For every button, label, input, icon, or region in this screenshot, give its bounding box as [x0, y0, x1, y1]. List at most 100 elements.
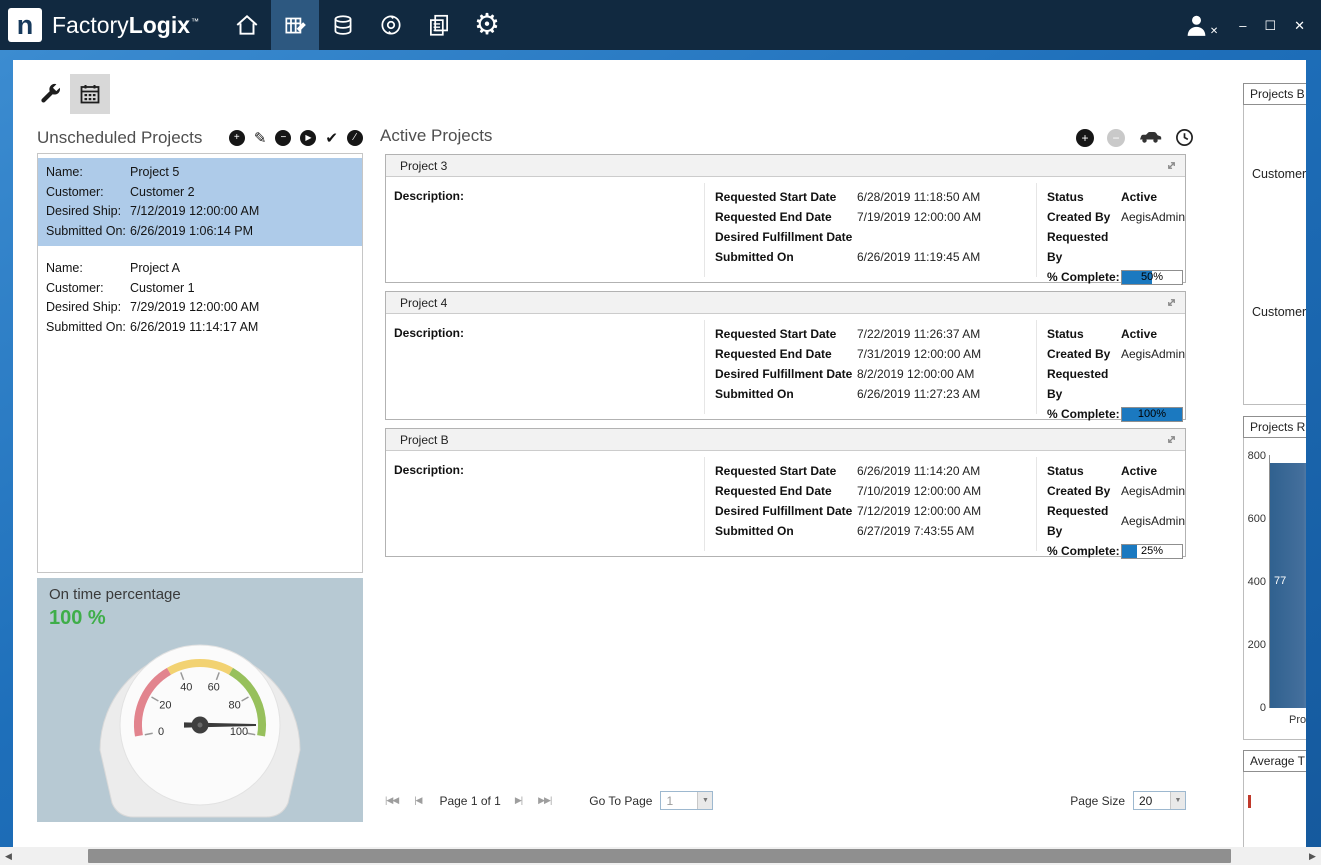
brand-part2: Logix	[129, 12, 190, 38]
project-card-project-4: Project 4 Description: Requested Start D…	[385, 291, 1186, 420]
card-header: Project 4	[386, 292, 1185, 314]
expand-card-button[interactable]	[1166, 434, 1177, 445]
requested-by-value: AegisAdmin	[1121, 511, 1185, 531]
add-active-project-button[interactable]: +	[1076, 129, 1094, 147]
projects-released-header[interactable]: Projects R	[1243, 416, 1306, 438]
list-item-project-a[interactable]: Name:Project A Customer:Customer 1 Desir…	[38, 254, 362, 342]
y-tick-400: 400	[1244, 576, 1266, 588]
edit-project-button[interactable]: ✎	[254, 131, 267, 146]
gauge-tick-40: 40	[180, 682, 192, 694]
prev-page-button[interactable]: |◀	[414, 796, 421, 805]
req-end-label: Requested End Date	[715, 481, 857, 501]
minimize-button[interactable]: –	[1239, 19, 1246, 32]
nav-materials-button[interactable]	[319, 0, 367, 50]
chevron-down-icon: ▼	[1170, 792, 1185, 809]
horizontal-scrollbar[interactable]: ◀ ▶	[0, 847, 1321, 865]
status-label: Status	[1047, 324, 1121, 344]
user-icon	[1184, 15, 1209, 36]
active-projects-list: Project 3 Description: Requested Start D…	[385, 154, 1186, 565]
plus-icon: +	[1081, 132, 1088, 144]
production-circle-icon	[378, 12, 404, 38]
name-label: Name:	[46, 259, 130, 279]
tab-schedule[interactable]	[70, 74, 110, 114]
on-time-gauge: 0 20 40 60 80 100	[80, 622, 320, 822]
logout-user-button[interactable]: ✕	[1184, 15, 1209, 36]
scrollbar-thumb[interactable]	[88, 849, 1231, 863]
list-item-project-5[interactable]: Name:Project 5 Customer:Customer 2 Desir…	[38, 158, 362, 246]
cancel-project-button[interactable]: ∕	[347, 130, 363, 146]
pagination-bar: |◀◀ |◀ Page 1 of 1 ▶| ▶▶| Go To Page 1 ▼…	[385, 791, 1186, 810]
plus-icon: +	[234, 133, 240, 143]
kit-car-button[interactable]	[1138, 131, 1162, 144]
title-bar: n FactoryLogix™	[0, 0, 1321, 50]
add-project-button[interactable]: +	[229, 130, 245, 146]
card-header: Project B	[386, 429, 1185, 451]
card-body: Description: Requested Start Date6/26/20…	[386, 451, 1185, 557]
description-label: Description:	[394, 326, 464, 340]
req-end-label: Requested End Date	[715, 344, 857, 364]
scroll-right-button[interactable]: ▶	[1304, 847, 1321, 865]
status-label: Status	[1047, 187, 1121, 207]
description-label: Description:	[394, 189, 464, 203]
created-by-label: Created By	[1047, 481, 1121, 501]
titlebar-right: ✕ – ☐ ✕	[1184, 15, 1321, 36]
expand-icon	[1166, 160, 1177, 171]
submitted-on-label: Submitted On	[715, 521, 857, 541]
created-by-value: AegisAdmin	[1121, 207, 1185, 227]
percent-complete-bar: 100%	[1121, 407, 1183, 422]
nav-settings-button[interactable]: ⚙	[463, 0, 511, 50]
maximize-button[interactable]: ☐	[1264, 19, 1276, 32]
nav-documents-button[interactable]	[415, 0, 463, 50]
project-card-project-3: Project 3 Description: Requested Start D…	[385, 154, 1186, 283]
projects-by-customer-panel: Projects B Customer 2 Customer 1	[1243, 83, 1306, 405]
planning-grid-pencil-icon	[282, 12, 308, 38]
remove-active-project-button[interactable]: −	[1107, 129, 1125, 147]
submitted-on-value: 6/26/2019 11:19:45 AM	[857, 247, 980, 267]
requested-by-label: Requested By	[1047, 227, 1121, 267]
last-page-button[interactable]: ▶▶|	[538, 796, 551, 805]
released-bar: 77	[1270, 463, 1306, 708]
close-button[interactable]: ✕	[1294, 19, 1305, 32]
req-start-value: 7/22/2019 11:26:37 AM	[857, 324, 980, 344]
red-axis-mark	[1248, 795, 1251, 808]
nav-production-button[interactable]	[367, 0, 415, 50]
req-start-value: 6/28/2019 11:18:50 AM	[857, 187, 980, 207]
remove-project-button[interactable]: −	[275, 130, 291, 146]
req-start-label: Requested Start Date	[715, 324, 857, 344]
average-time-header[interactable]: Average T	[1243, 750, 1306, 772]
card-body: Description: Requested Start Date7/22/20…	[386, 314, 1185, 420]
projects-released-panel: Projects R 800 600 400 200 0 77 Pro	[1243, 416, 1306, 740]
card-header: Project 3	[386, 155, 1185, 177]
submitted-on-value: 6/26/2019 11:27:23 AM	[857, 384, 980, 404]
history-clock-button[interactable]	[1175, 128, 1194, 147]
percent-complete-label: % Complete:	[1047, 404, 1121, 424]
next-page-button[interactable]: ▶|	[515, 796, 522, 805]
nav-home-button[interactable]	[223, 0, 271, 50]
nav-planning-button[interactable]	[271, 0, 319, 50]
chevron-down-icon: ▼	[697, 792, 712, 809]
goto-page-value: 1	[661, 794, 697, 808]
projects-by-customer-header[interactable]: Projects B	[1243, 83, 1306, 105]
expand-card-button[interactable]	[1166, 160, 1177, 171]
goto-page-input[interactable]: 1 ▼	[660, 791, 713, 810]
scroll-left-button[interactable]: ◀	[0, 847, 17, 865]
page-size-select[interactable]: 20 ▼	[1133, 791, 1186, 810]
gauge-tick-100: 100	[230, 726, 248, 738]
activate-project-button[interactable]: ▶	[300, 130, 316, 146]
gauge-tick-80: 80	[228, 700, 240, 712]
desired-fulfillment-label: Desired Fulfillment Date	[715, 501, 857, 521]
first-page-button[interactable]: |◀◀	[385, 796, 398, 805]
req-start-label: Requested Start Date	[715, 461, 857, 481]
minus-icon: −	[1112, 132, 1119, 144]
tab-configuration[interactable]	[30, 74, 70, 114]
materials-database-icon	[330, 12, 356, 38]
projects-released-chart: 800 600 400 200 0 77 Pro	[1243, 438, 1306, 740]
expand-card-button[interactable]	[1166, 297, 1177, 308]
average-time-chart	[1243, 772, 1306, 847]
accept-project-button[interactable]: ✔	[325, 131, 338, 146]
percent-complete-bar: 25%	[1121, 544, 1183, 559]
submitted-on-value: 6/26/2019 11:14:17 AM	[130, 318, 258, 338]
percent-complete-label: % Complete:	[1047, 267, 1121, 287]
gauge-tick-60: 60	[208, 682, 220, 694]
active-projects-title: Active Projects	[380, 126, 492, 146]
